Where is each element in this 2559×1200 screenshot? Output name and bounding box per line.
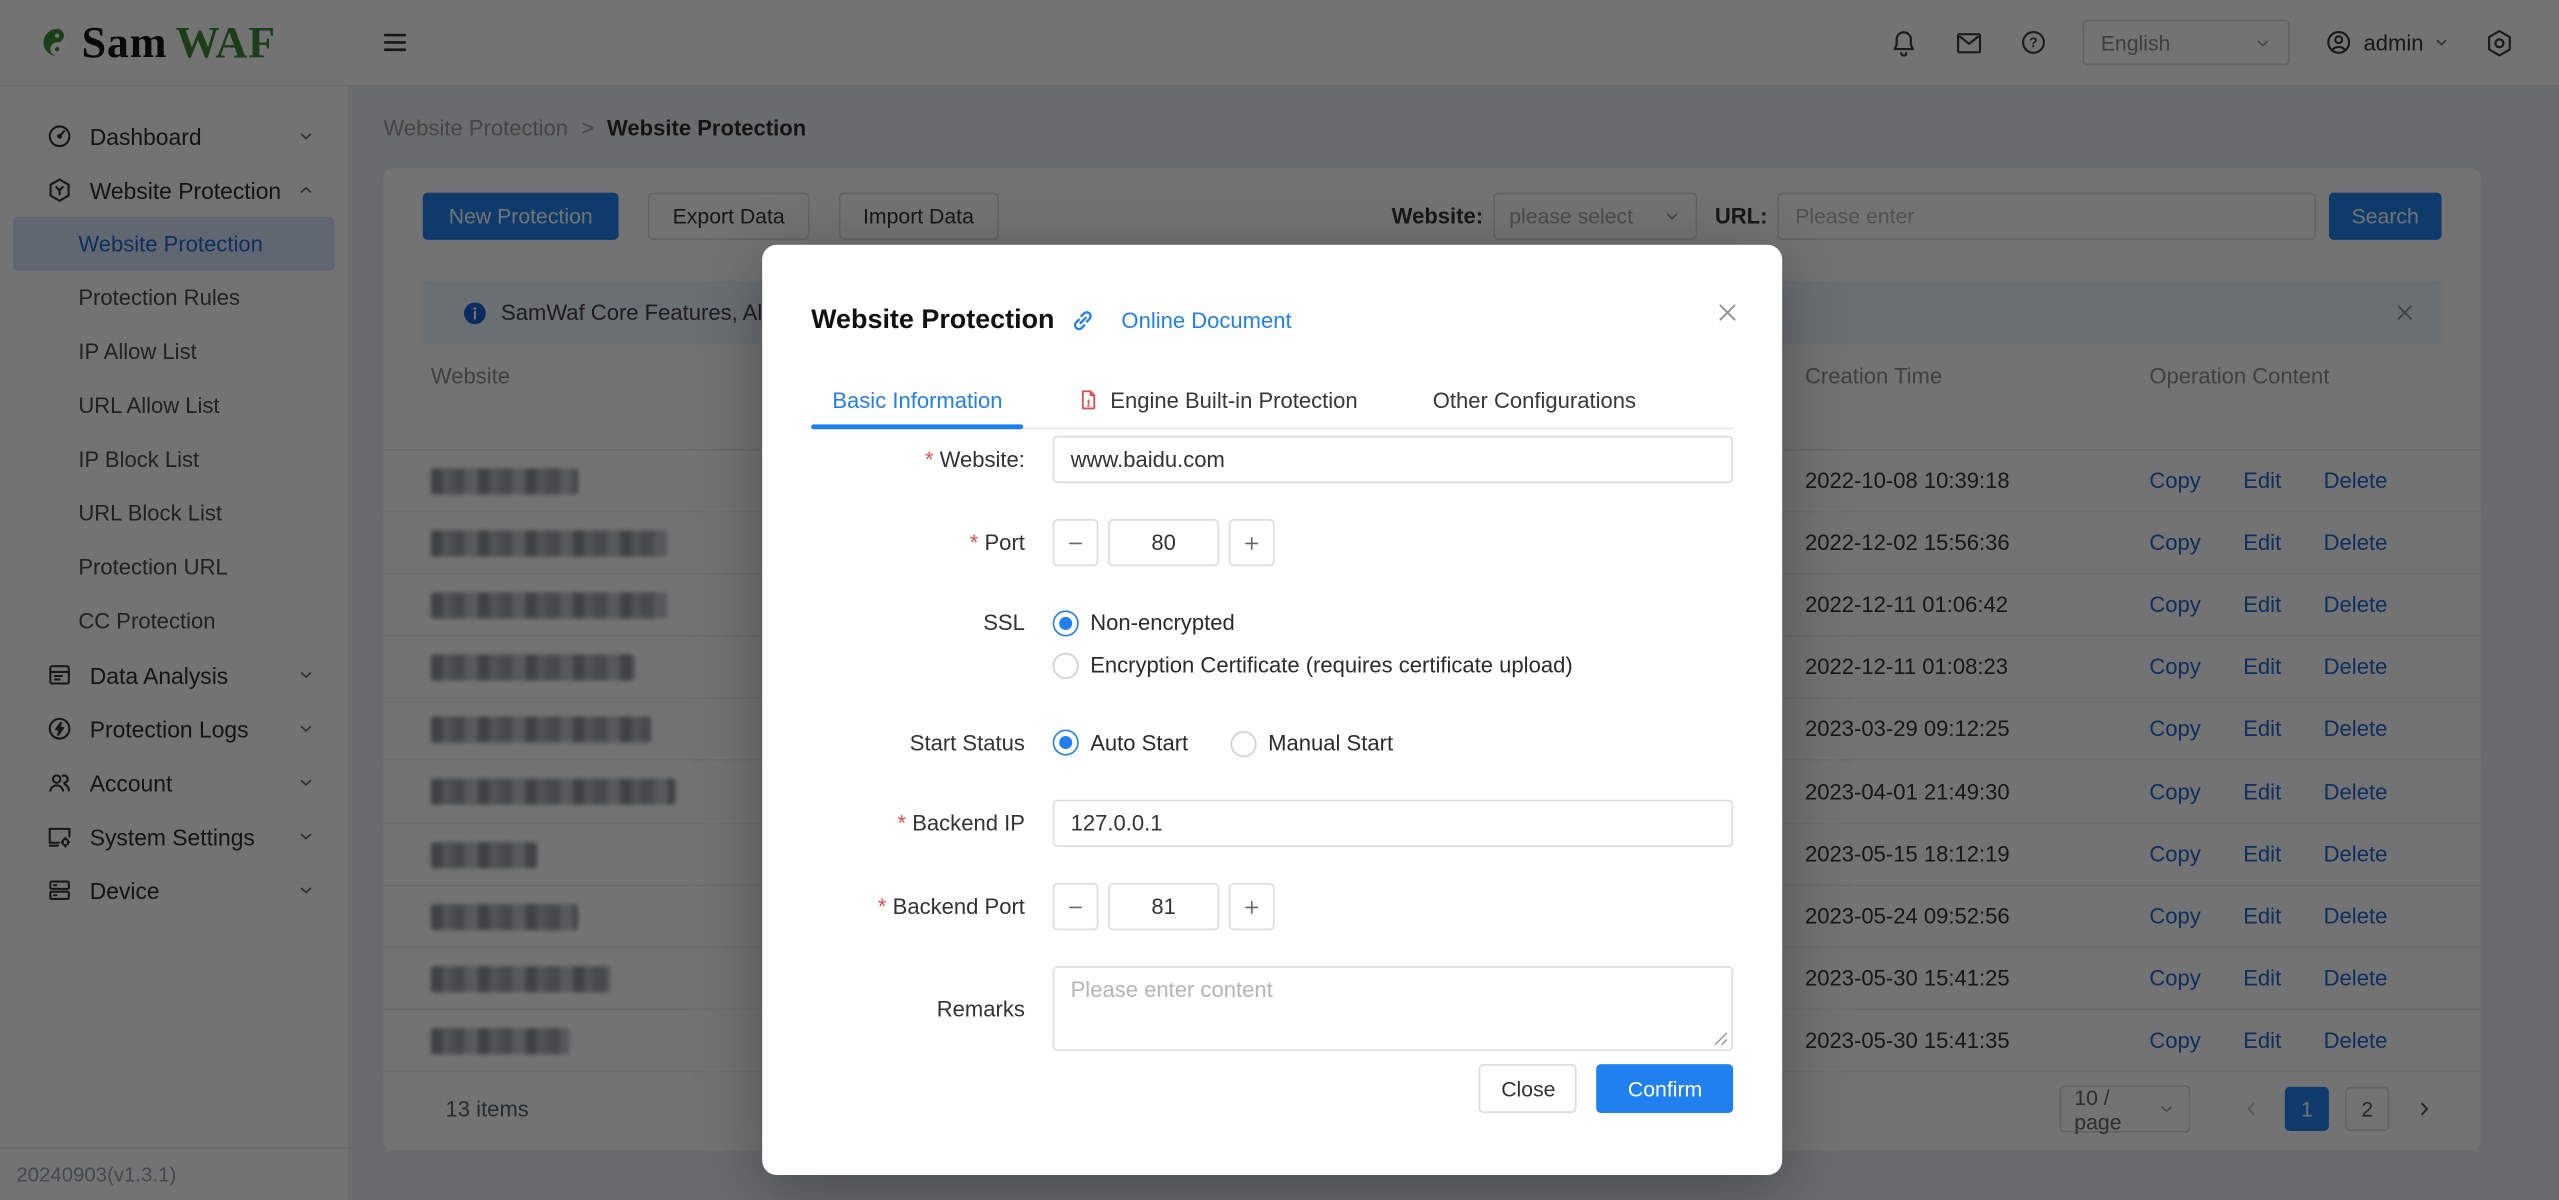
modal-confirm-button[interactable]: Confirm: [1597, 1064, 1733, 1113]
tab-other-configurations[interactable]: Other Configurations: [1412, 372, 1658, 427]
radio-icon[interactable]: [1053, 652, 1079, 678]
website-field[interactable]: [1053, 436, 1734, 483]
modal-tabs: Basic Information Engine Built-in Protec…: [811, 372, 1733, 429]
backend-port-decrease-button[interactable]: [1053, 883, 1099, 930]
tab-label: Other Configurations: [1433, 388, 1636, 412]
ssl-option-non-encrypted[interactable]: Non-encrypted: [1053, 602, 1734, 643]
modal-close-button[interactable]: Close: [1479, 1064, 1577, 1113]
start-status-field-label: Start Status: [811, 722, 1025, 763]
modal-header: Website Protection Online Document: [811, 294, 1733, 346]
tab-label: Basic Information: [832, 388, 1002, 412]
radio-icon[interactable]: [1231, 730, 1257, 756]
resize-handle-icon[interactable]: [1714, 1031, 1729, 1046]
start-status-manual[interactable]: Manual Start: [1231, 723, 1393, 764]
port-increase-button[interactable]: [1229, 519, 1275, 566]
backend-port-stepper: 81: [1053, 883, 1734, 930]
backend-port-value[interactable]: 81: [1108, 883, 1219, 930]
red-file-icon: [1078, 388, 1101, 411]
port-field-label: Port: [811, 522, 1025, 563]
modal-title: Website Protection: [811, 304, 1054, 335]
website-field-label: Website:: [811, 439, 1025, 480]
backend-port-field-label: Backend Port: [811, 886, 1025, 927]
port-value[interactable]: 80: [1108, 519, 1219, 566]
start-status-auto[interactable]: Auto Start: [1053, 722, 1189, 763]
modal-form: Website: Port 80: [811, 436, 1733, 1113]
tab-label: Engine Built-in Protection: [1110, 388, 1357, 412]
ssl-field-label: SSL: [811, 602, 1025, 643]
link-chain-icon[interactable]: [1069, 306, 1097, 334]
tab-basic-information[interactable]: Basic Information: [811, 372, 1024, 427]
radio-icon[interactable]: [1053, 610, 1079, 636]
remarks-field-label: Remarks: [811, 988, 1025, 1029]
website-protection-modal: Website Protection Online Document Basic…: [762, 245, 1782, 1175]
backend-ip-field[interactable]: [1053, 800, 1734, 847]
ssl-option-encryption-certificate[interactable]: Encryption Certificate (requires certifi…: [1053, 645, 1734, 686]
backend-ip-field-label: Backend IP: [811, 803, 1025, 844]
modal-close-icon[interactable]: [1715, 300, 1739, 324]
online-document-link[interactable]: Online Document: [1121, 308, 1291, 332]
port-stepper: 80: [1053, 519, 1734, 566]
app-window: Sam WAF ? English: [0, 0, 2559, 1200]
backend-port-increase-button[interactable]: [1229, 883, 1275, 930]
modal-footer: Close Confirm: [811, 1064, 1733, 1113]
port-decrease-button[interactable]: [1053, 519, 1099, 566]
tab-engine-protection[interactable]: Engine Built-in Protection: [1056, 372, 1378, 427]
remarks-field[interactable]: [1053, 966, 1734, 1051]
radio-icon[interactable]: [1053, 730, 1079, 756]
